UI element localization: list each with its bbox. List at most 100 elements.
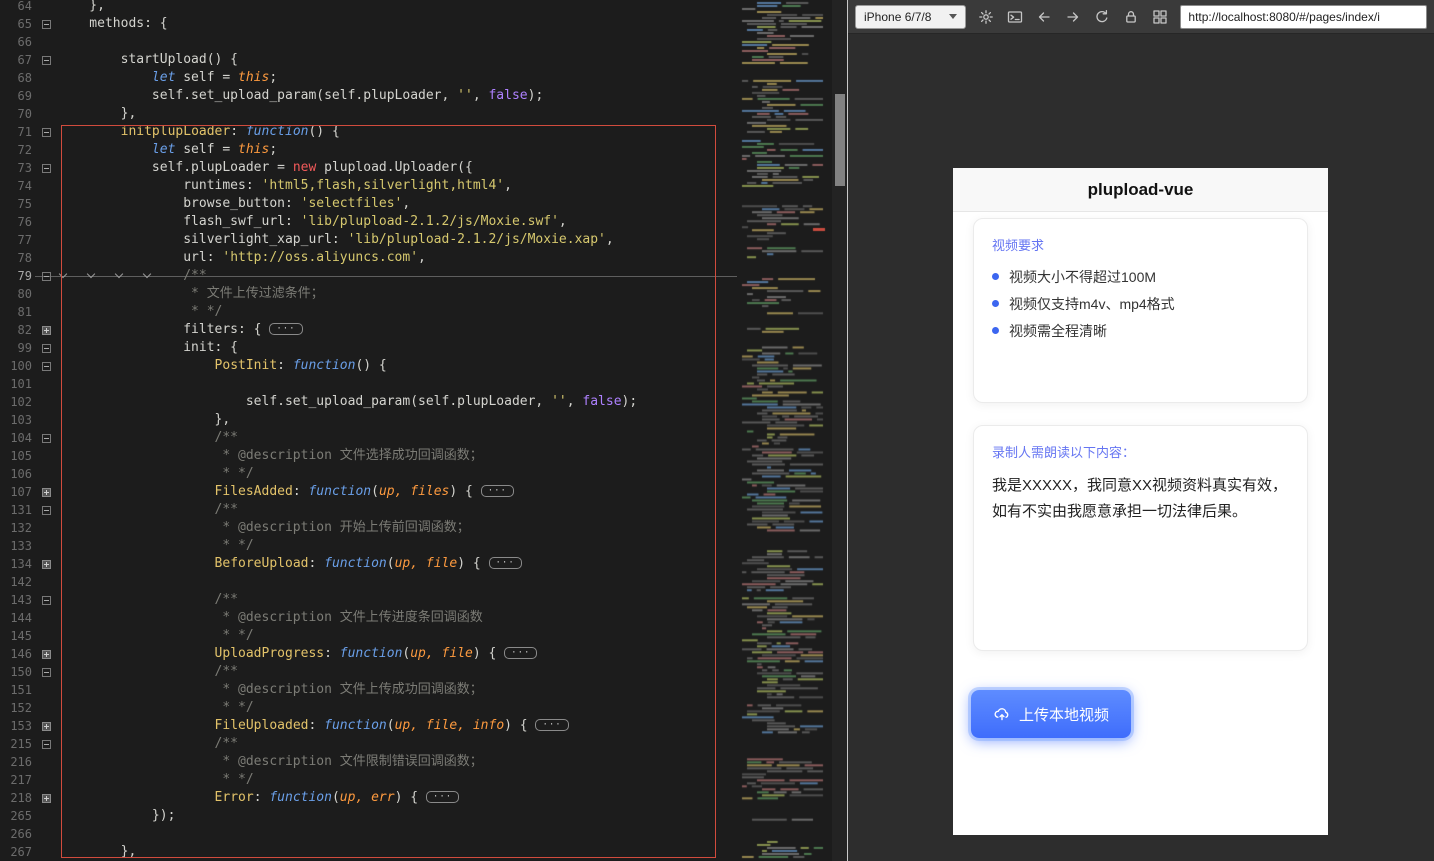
- fold-open-icon[interactable]: [34, 591, 58, 609]
- code-line[interactable]: 145 * */: [0, 627, 737, 645]
- code-line[interactable]: 103 },: [0, 411, 737, 429]
- folded-code-pill[interactable]: ···: [480, 485, 514, 497]
- code-line[interactable]: 100 PostInit: function() {: [0, 357, 737, 375]
- code-text: });: [58, 808, 176, 823]
- code-line[interactable]: 134 BeforeUpload: function(up, file) { ·…: [0, 555, 737, 573]
- folded-code-pill[interactable]: ···: [504, 647, 538, 659]
- folded-code-pill[interactable]: ···: [269, 323, 303, 335]
- code-line[interactable]: 218 Error: function(up, err) { ···: [0, 789, 737, 807]
- code-line[interactable]: 215 /**: [0, 735, 737, 753]
- forward-icon[interactable]: [1064, 8, 1082, 26]
- code-line[interactable]: 104 /**: [0, 429, 737, 447]
- settings-gear-icon[interactable]: [977, 8, 995, 26]
- line-number: 132: [10, 521, 32, 535]
- code-text: * @description 文件选择成功回调函数；: [58, 448, 483, 463]
- code-line[interactable]: 217 * */: [0, 771, 737, 789]
- fold-open-icon[interactable]: [34, 159, 58, 177]
- browser-content: plupload-vue 视频要求 视频大小不得超过100M 视频仅支持m4v、m…: [848, 34, 1434, 861]
- refresh-icon[interactable]: [1093, 8, 1111, 26]
- code-line[interactable]: 65 methods: {: [0, 15, 737, 33]
- code-line[interactable]: 142: [0, 573, 737, 591]
- code-line[interactable]: 73 self.plupLoader = new plupload.Upload…: [0, 159, 737, 177]
- fold-collapsed-icon[interactable]: [34, 645, 58, 663]
- console-icon[interactable]: [1006, 8, 1024, 26]
- code-line[interactable]: 99 init: {: [0, 339, 737, 357]
- code-line[interactable]: 82 filters: { ···: [0, 321, 737, 339]
- code-line[interactable]: 72 let self = this;: [0, 141, 737, 159]
- code-text: * 文件上传过滤条件；: [58, 286, 324, 301]
- fold-collapsed-icon[interactable]: [34, 555, 58, 573]
- fold-collapsed-icon[interactable]: [34, 483, 58, 501]
- fold-collapsed-icon[interactable]: [34, 789, 58, 807]
- code-line[interactable]: 76 flash_swf_url: 'lib/plupload-2.1.2/js…: [0, 213, 737, 231]
- code-line[interactable]: 265 });: [0, 807, 737, 825]
- fold-open-icon[interactable]: [34, 339, 58, 357]
- code-text: runtimes: 'html5,flash,silverlight,html4…: [58, 178, 512, 193]
- code-line[interactable]: 132 * @description 开始上传前回调函数；: [0, 519, 737, 537]
- statement-text: 我是XXXXX，我同意XX视频资料真实有效，如有不实由我愿意承担一切法律后果。: [992, 477, 1288, 520]
- code-line[interactable]: 216 * @description 文件限制错误回调函数；: [0, 753, 737, 771]
- fold-open-icon[interactable]: [34, 123, 58, 141]
- code-line[interactable]: 266: [0, 825, 737, 843]
- line-number: 69: [17, 89, 32, 103]
- url-input[interactable]: [1180, 4, 1427, 29]
- code-line[interactable]: 106 * */: [0, 465, 737, 483]
- code-line[interactable]: 80 * 文件上传过滤条件；: [0, 285, 737, 303]
- code-line[interactable]: 150 /**: [0, 663, 737, 681]
- code-line[interactable]: 144 * @description 文件上传进度条回调函数: [0, 609, 737, 627]
- minimap[interactable]: [739, 0, 827, 861]
- fold-collapsed-icon[interactable]: [34, 321, 58, 339]
- current-line-chevrons: [58, 269, 152, 279]
- code-line[interactable]: 101: [0, 375, 737, 393]
- upload-video-button[interactable]: 上传本地视频: [971, 690, 1131, 738]
- code-editor[interactable]: 64 }, 65 methods: {66 67 startUpload() {68…: [0, 0, 737, 861]
- code-line[interactable]: 64 },: [0, 0, 737, 15]
- editor-scrollbar-thumb[interactable]: [835, 94, 845, 186]
- fold-open-icon[interactable]: [34, 267, 58, 285]
- code-line[interactable]: 77 silverlight_xap_url: 'lib/plupload-2.…: [0, 231, 737, 249]
- folded-code-pill[interactable]: ···: [425, 791, 460, 803]
- lock-icon[interactable]: [1122, 8, 1140, 26]
- fold-open-icon[interactable]: [34, 51, 58, 69]
- code-line[interactable]: 68 let self = this;: [0, 69, 737, 87]
- code-line[interactable]: 131 /**: [0, 501, 737, 519]
- code-line[interactable]: 146 UploadProgress: function(up, file) {…: [0, 645, 737, 663]
- fold-open-icon[interactable]: [34, 735, 58, 753]
- code-line[interactable]: 81 * */: [0, 303, 737, 321]
- back-icon[interactable]: [1035, 8, 1053, 26]
- code-line[interactable]: 153 FileUploaded: function(up, file, inf…: [0, 717, 737, 735]
- code-line[interactable]: 151 * @description 文件上传成功回调函数；: [0, 681, 737, 699]
- fold-collapsed-icon[interactable]: [34, 717, 58, 735]
- fold-open-icon[interactable]: [34, 357, 58, 375]
- line-number: 79: [17, 269, 32, 283]
- code-line[interactable]: 70 },: [0, 105, 737, 123]
- fold-open-icon[interactable]: [34, 15, 58, 33]
- grid-apps-icon[interactable]: [1151, 8, 1169, 26]
- code-line[interactable]: 79 /**: [0, 267, 737, 285]
- fold-open-icon[interactable]: [34, 663, 58, 681]
- code-line[interactable]: 105 * @description 文件选择成功回调函数；: [0, 447, 737, 465]
- device-select[interactable]: iPhone 6/7/8: [855, 4, 967, 29]
- page-body: 视频要求 视频大小不得超过100M 视频仅支持m4v、mp4格式 视频需全程清晰 录…: [953, 212, 1328, 738]
- code-line[interactable]: 102 self.set_upload_param(self.plupLoade…: [0, 393, 737, 411]
- code-text: startUpload() {: [58, 52, 239, 67]
- code-line[interactable]: 67 startUpload() {: [0, 51, 737, 69]
- code-line[interactable]: 267 },: [0, 843, 737, 861]
- upload-button-label: 上传本地视频: [1018, 706, 1109, 724]
- code-line[interactable]: 152 * */: [0, 699, 737, 717]
- folded-code-pill[interactable]: ···: [488, 557, 522, 569]
- code-line[interactable]: 78 url: 'http://oss.aliyuncs.com',: [0, 249, 737, 267]
- fold-open-icon[interactable]: [34, 501, 58, 519]
- code-line[interactable]: 74 runtimes: 'html5,flash,silverlight,ht…: [0, 177, 737, 195]
- code-line[interactable]: 143 /**: [0, 591, 737, 609]
- code-line[interactable]: 66: [0, 33, 737, 51]
- line-number: 145: [10, 629, 32, 643]
- code-line[interactable]: 71 initplupLoader: function() {: [0, 123, 737, 141]
- code-line[interactable]: 75 browse_button: 'selectfiles',: [0, 195, 737, 213]
- code-line[interactable]: 133 * */: [0, 537, 737, 555]
- minimap-strip: [737, 0, 847, 861]
- folded-code-pill[interactable]: ···: [535, 719, 569, 731]
- code-line[interactable]: 69 self.set_upload_param(self.plupLoader…: [0, 87, 737, 105]
- fold-open-icon[interactable]: [34, 429, 58, 447]
- code-line[interactable]: 107 FilesAdded: function(up, files) { ··…: [0, 483, 737, 501]
